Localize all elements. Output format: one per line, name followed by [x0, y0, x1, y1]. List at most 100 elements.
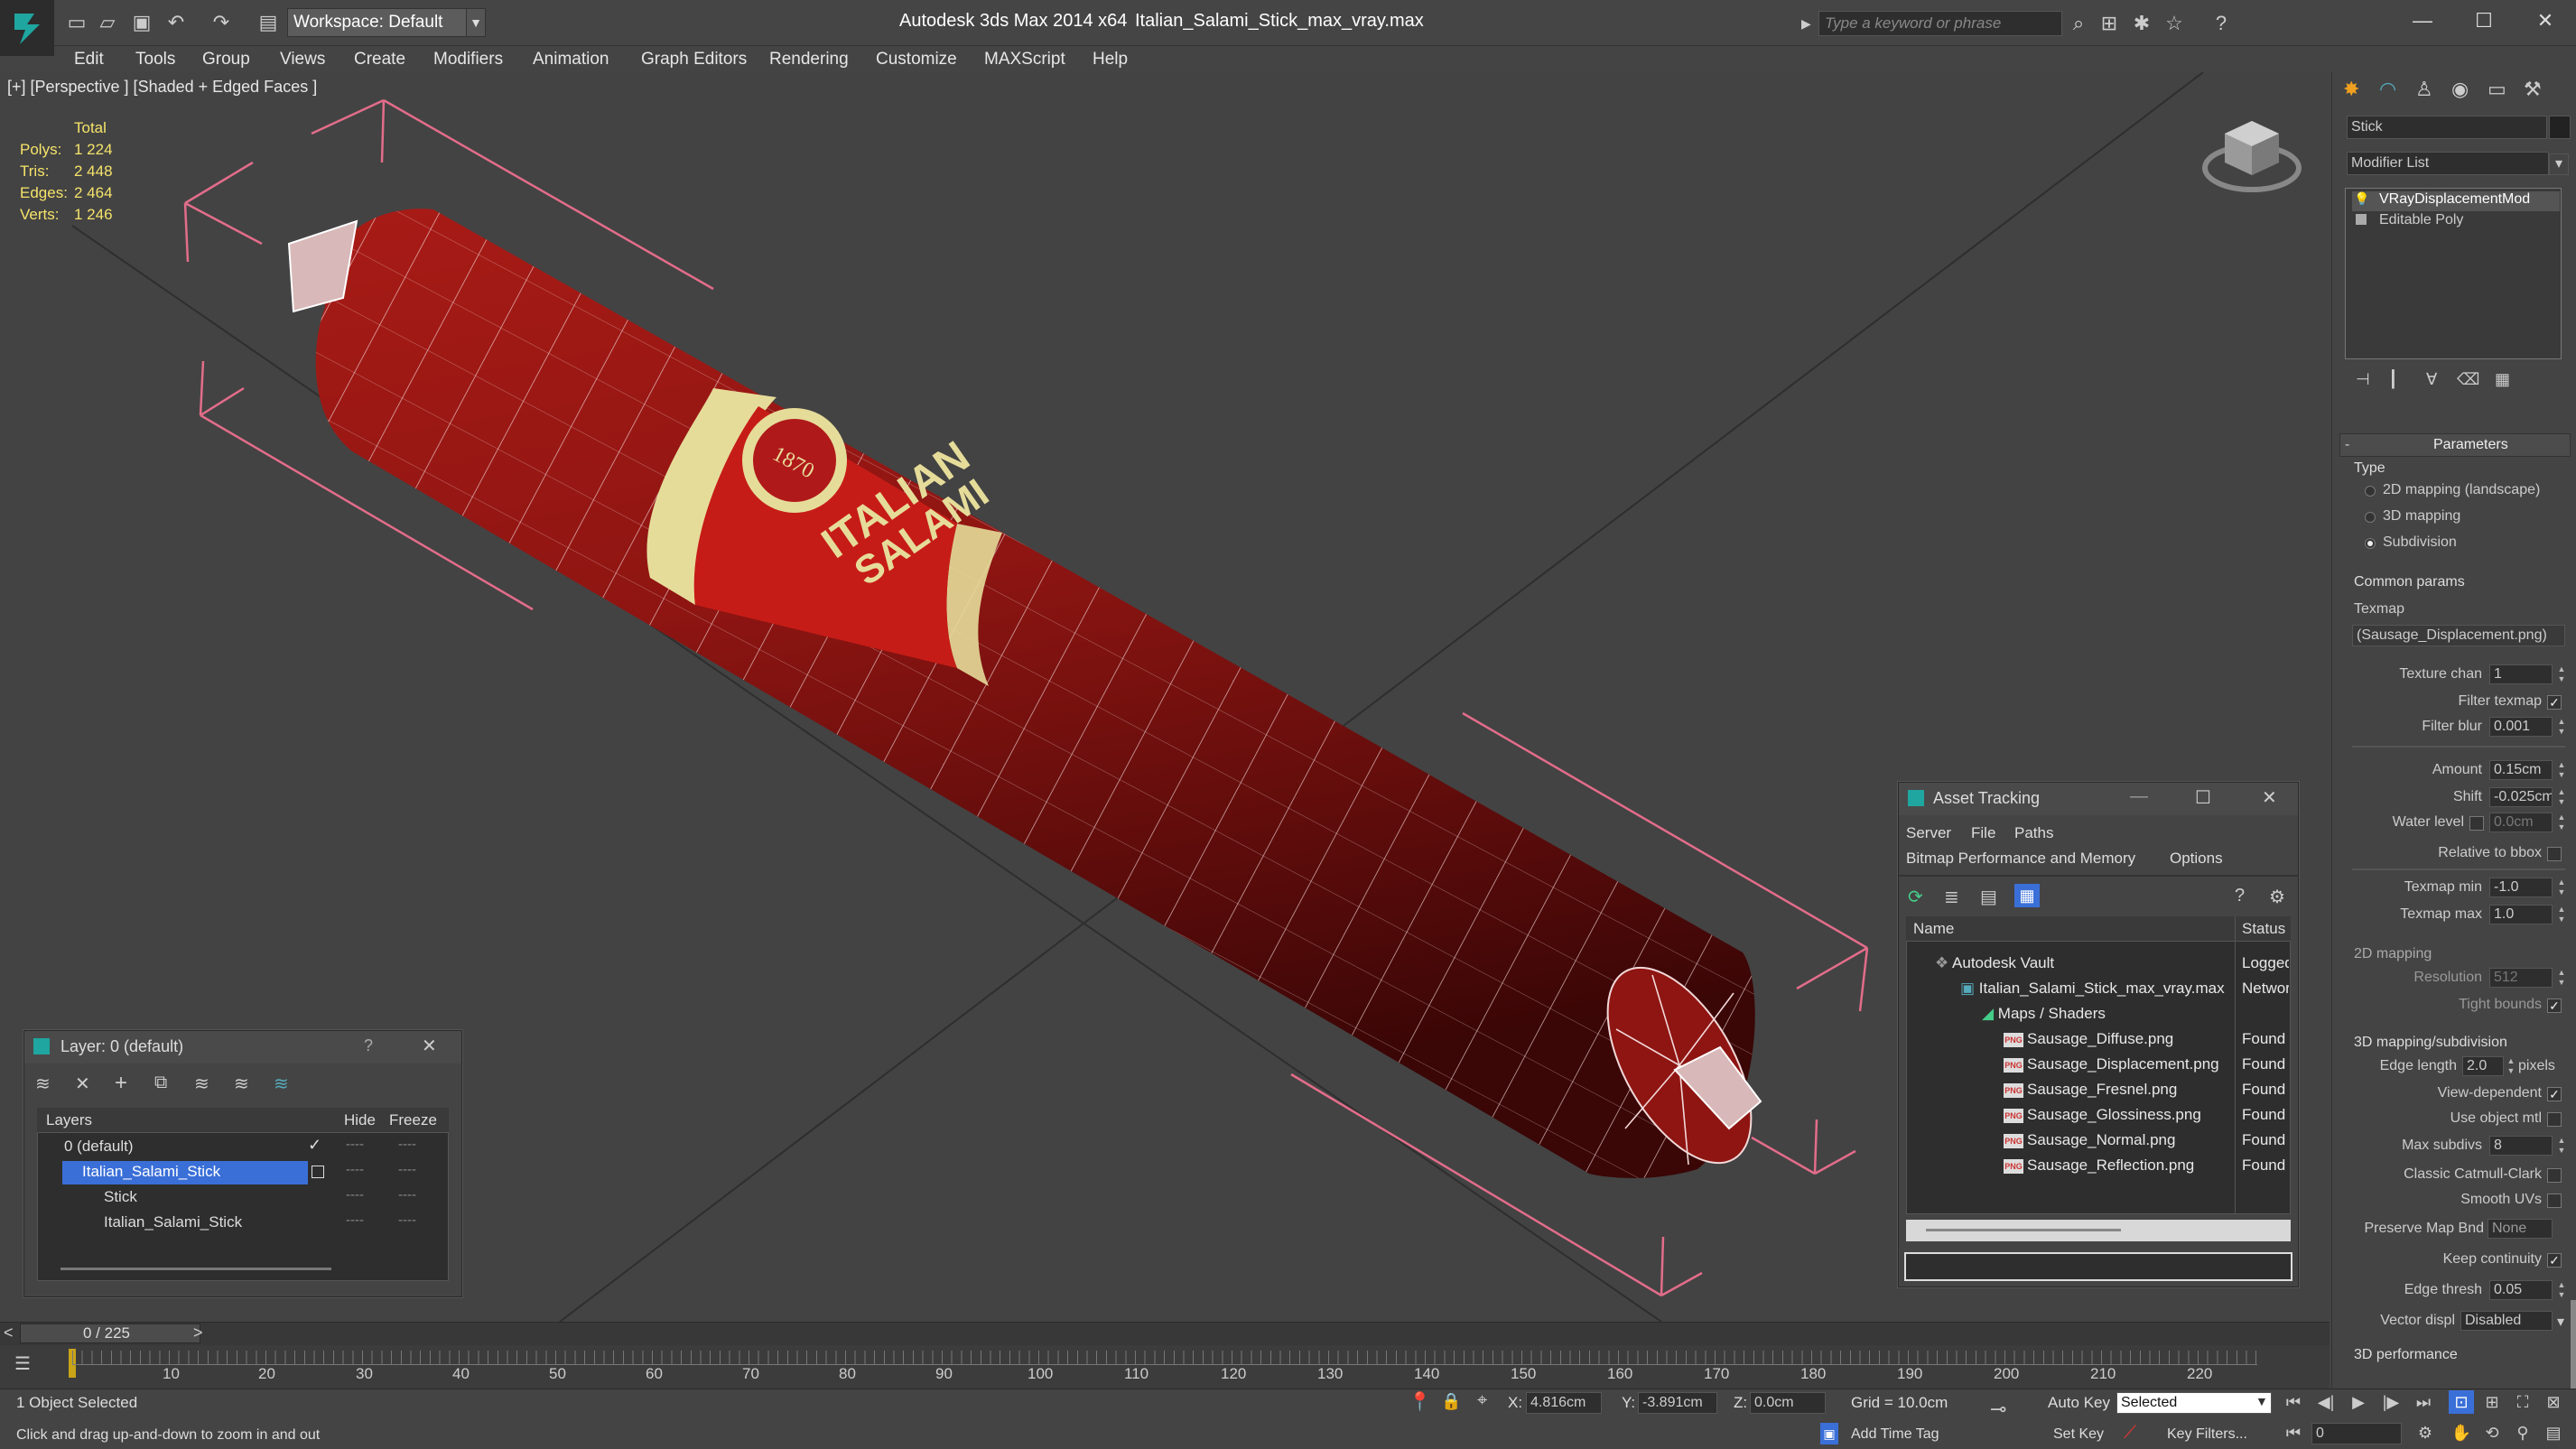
stack-item-vray-displacement[interactable]: VRayDisplacementMod — [2352, 191, 2560, 211]
rollout-collapse-icon[interactable]: - — [2345, 437, 2349, 453]
current-layer-check-icon[interactable]: ✓ — [308, 1136, 321, 1155]
set-keys-icon[interactable]: ⟋ — [2124, 1423, 2136, 1444]
freeze-toggle[interactable]: ---- — [398, 1212, 416, 1228]
asset-menu-bitmap[interactable]: Bitmap Performance and Memory — [1906, 850, 2135, 868]
auto-key-button[interactable]: Auto Key — [2048, 1394, 2110, 1412]
chevron-down-icon[interactable]: ▼ — [466, 8, 486, 37]
type-subdivision-radio[interactable] — [2365, 538, 2376, 549]
shift-field[interactable]: -0.025cm — [2489, 787, 2553, 807]
menu-create[interactable]: Create — [354, 46, 405, 72]
spinner-icon[interactable]: ▲ ▼ — [2556, 787, 2567, 807]
show-end-result-icon[interactable]: ┃ — [2388, 370, 2398, 389]
hierarchy-tab-icon[interactable]: ♙ — [2415, 78, 2433, 101]
asset-menu-options[interactable]: Options — [2170, 850, 2223, 868]
texmap-min-field[interactable]: -1.0 — [2489, 878, 2553, 897]
viewport-label[interactable]: [+] [Perspective ] [Shaded + Edged Faces… — [7, 78, 317, 97]
freeze-toggle[interactable]: ---- — [398, 1137, 416, 1152]
col-status[interactable]: Status — [2242, 920, 2285, 938]
spinner-icon[interactable]: ▲ ▼ — [2556, 717, 2567, 737]
classic-catmull-checkbox[interactable] — [2547, 1168, 2562, 1183]
absolute-mode-icon[interactable]: ⌖ — [1477, 1390, 1487, 1411]
spinner-icon[interactable]: ▲ ▼ — [2556, 1136, 2567, 1156]
view-dependent-checkbox[interactable]: ✓ — [2547, 1087, 2562, 1101]
add-time-tag[interactable]: Add Time Tag — [1851, 1426, 1939, 1443]
mini-curve-editor-icon[interactable]: ☰ — [14, 1352, 31, 1375]
modifier-list-dropdown[interactable]: Modifier List — [2347, 152, 2549, 175]
add-to-layer-icon[interactable]: + — [115, 1071, 127, 1096]
modify-tab-icon[interactable]: ◠ — [2379, 78, 2396, 101]
preserve-map-dropdown[interactable]: None — [2488, 1219, 2553, 1239]
utilities-tab-icon[interactable]: ⚒ — [2524, 78, 2542, 101]
create-tab-icon[interactable]: ✸ — [2343, 78, 2359, 101]
project-folder-icon[interactable]: ▤ — [255, 9, 282, 36]
edge-length-field[interactable]: 2.0 — [2462, 1056, 2504, 1076]
max-subdivs-field[interactable]: 8 — [2489, 1136, 2553, 1156]
col-hide[interactable]: Hide — [344, 1111, 376, 1129]
asset-menu-file[interactable]: File — [1971, 824, 1995, 842]
motion-tab-icon[interactable]: ◉ — [2451, 78, 2469, 101]
tight-bounds-checkbox[interactable]: ✓ — [2547, 999, 2562, 1013]
asset-scroll-thumb[interactable] — [1926, 1229, 2121, 1231]
time-slider[interactable] — [0, 1322, 2330, 1345]
new-file-icon[interactable]: ▭ — [63, 9, 90, 36]
time-prev-icon[interactable]: < — [4, 1324, 14, 1342]
isolate-pin-icon[interactable]: 📍 — [1409, 1390, 1431, 1413]
spinner-icon[interactable]: ▲ ▼ — [2556, 1280, 2567, 1300]
close-icon[interactable]: ✕ — [422, 1035, 437, 1057]
grid-view-icon[interactable]: ▦ — [2014, 884, 2040, 907]
object-color-swatch[interactable] — [2549, 116, 2571, 139]
minimize-icon[interactable]: — — [2130, 786, 2148, 807]
favorites-star-icon[interactable]: ☆ — [2162, 11, 2187, 36]
asset-help-icon[interactable]: ? — [2235, 886, 2245, 906]
selection-lock-icon[interactable]: 🔒 — [1441, 1392, 1461, 1411]
freeze-toggle[interactable]: ---- — [398, 1162, 416, 1177]
texmap-max-field[interactable]: 1.0 — [2489, 905, 2553, 924]
asset-menu-server[interactable]: Server — [1906, 824, 1951, 842]
use-object-mtl-checkbox[interactable] — [2547, 1112, 2562, 1127]
type-3d-radio[interactable] — [2365, 512, 2376, 523]
maximize-viewport-icon[interactable]: ⊠ — [2541, 1390, 2566, 1414]
go-to-start-icon[interactable]: ⏮ — [2281, 1390, 2306, 1414]
highlight-layer-icon[interactable]: ≋ — [194, 1073, 209, 1095]
asset-row-png[interactable]: PNG Sausage_Glossiness.png — [2004, 1102, 2201, 1128]
y-coordinate-field[interactable]: -3.891cm — [1638, 1392, 1717, 1414]
hide-toggle[interactable]: ---- — [346, 1137, 364, 1152]
z-coordinate-field[interactable]: 0.0cm — [1750, 1392, 1826, 1414]
keep-continuity-checkbox[interactable]: ✓ — [2547, 1253, 2562, 1268]
freeze-toggle[interactable]: ---- — [398, 1187, 416, 1203]
spinner-icon[interactable]: ▲ ▼ — [2556, 968, 2567, 988]
delete-layer-icon[interactable]: ✕ — [75, 1073, 90, 1095]
spinner-icon[interactable]: ▲ ▼ — [2506, 1056, 2516, 1076]
layer-row-salami[interactable]: Italian_Salami_Stick — [82, 1163, 220, 1181]
asset-row-png[interactable]: PNG Sausage_Normal.png — [2004, 1128, 2175, 1153]
menu-group[interactable]: Group — [202, 46, 250, 72]
help-icon[interactable]: ? — [2209, 11, 2234, 36]
chevron-down-icon[interactable]: ▾ — [2553, 1313, 2569, 1331]
communication-icon[interactable]: ✱ — [2129, 11, 2154, 36]
hide-all-icon[interactable]: ≋ — [234, 1073, 249, 1095]
time-configuration-icon[interactable]: ⚙ — [2413, 1421, 2438, 1444]
menu-animation[interactable]: Animation — [533, 46, 609, 72]
asset-row-maxfile[interactable]: ▣ Italian_Salami_Stick_max_vray.max — [1960, 976, 2225, 1001]
chevron-down-icon[interactable]: ▼ — [2255, 1394, 2268, 1408]
viewcube-icon[interactable] — [2199, 112, 2308, 202]
key-selection-dropdown[interactable]: Selected — [2116, 1392, 2272, 1414]
filter-blur-field[interactable]: 0.001 — [2489, 717, 2553, 737]
new-layer-icon[interactable]: ≋ — [35, 1073, 51, 1095]
hide-toggle[interactable]: ---- — [346, 1162, 364, 1177]
save-file-icon[interactable]: ▣ — [128, 9, 155, 36]
water-level-checkbox[interactable] — [2469, 816, 2484, 831]
relative-bbox-checkbox[interactable] — [2547, 847, 2562, 861]
water-level-field[interactable]: 0.0cm — [2489, 813, 2553, 832]
spinner-icon[interactable]: ▲ ▼ — [2556, 760, 2567, 780]
x-coordinate-field[interactable]: 4.816cm — [1526, 1392, 1602, 1414]
display-tab-icon[interactable]: ▭ — [2488, 78, 2506, 101]
key-mode-toggle-icon[interactable]: ⏮ — [2281, 1421, 2306, 1444]
menu-graph-editors[interactable]: Graph Editors — [641, 46, 747, 72]
field-of-view-icon[interactable]: ⛶ — [2510, 1390, 2535, 1414]
current-frame-field[interactable]: 0 — [2311, 1423, 2402, 1444]
redo-icon[interactable]: ↷ — [208, 9, 235, 36]
pin-stack-icon[interactable]: ⊣ — [2356, 370, 2370, 389]
maximize-icon[interactable]: ☐ — [2452, 0, 2516, 42]
layer-row-stick[interactable]: Stick — [104, 1188, 137, 1206]
